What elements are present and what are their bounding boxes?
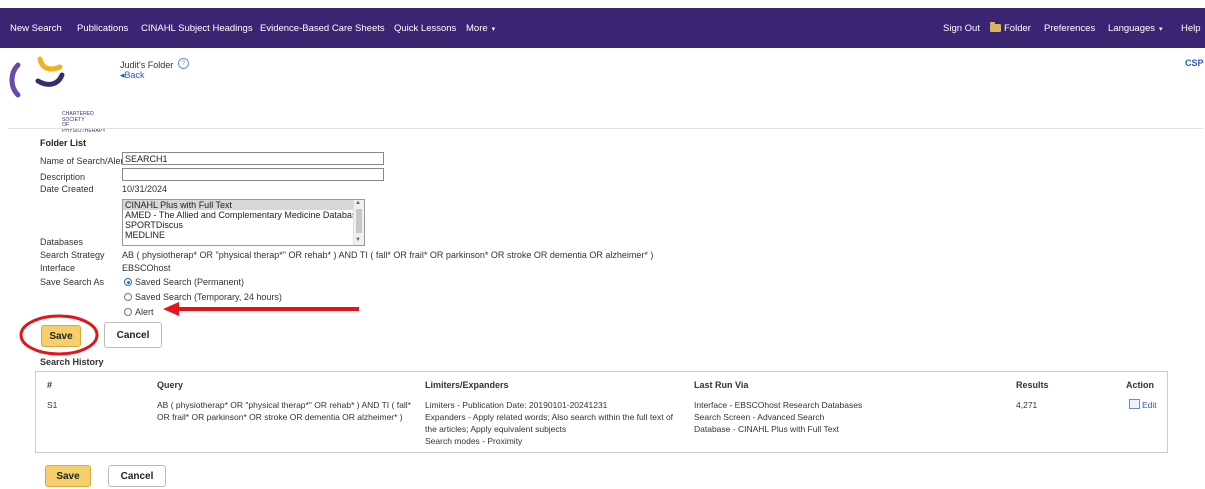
- nav-help[interactable]: Help: [1181, 23, 1201, 34]
- interface-value: EBSCOhost: [122, 263, 171, 273]
- nav-languages-label: Languages: [1108, 23, 1156, 34]
- nav-evidence-based-care-sheets[interactable]: Evidence-Based Care Sheets: [260, 23, 385, 34]
- name-label: Name of Search/Alert: [40, 156, 127, 166]
- nav-publications[interactable]: Publications: [77, 23, 128, 34]
- nav-languages[interactable]: Languages ▾: [1108, 23, 1163, 34]
- csp-link[interactable]: CSP: [1185, 58, 1204, 68]
- radio-label: Alert: [135, 307, 154, 317]
- save-search-as-label: Save Search As: [40, 277, 105, 287]
- column-header: Query: [157, 380, 184, 390]
- row-query-line: AB ( physiotherap* OR "physical therap*"…: [157, 400, 411, 410]
- databases-listbox[interactable]: CINAHL Plus with Full Text AMED - The Al…: [122, 199, 365, 246]
- folder-title: Judit's Folder ?: [120, 58, 189, 70]
- database-option[interactable]: AMED - The Allied and Complementary Medi…: [123, 210, 364, 220]
- radio-icon[interactable]: [124, 293, 132, 301]
- back-label: Back: [124, 70, 145, 80]
- description-input[interactable]: [122, 168, 384, 181]
- search-history-title: Search History: [40, 357, 104, 367]
- annotation-arrow: [163, 302, 359, 316]
- radio-saved-temporary[interactable]: Saved Search (Temporary, 24 hours): [124, 292, 282, 302]
- folder-list-title: Folder List: [40, 138, 87, 148]
- annotation-circle: [19, 314, 99, 356]
- edit-icon: [1129, 399, 1140, 409]
- nav-more[interactable]: More ▾: [466, 23, 495, 34]
- folder-title-text: Judit's Folder: [120, 60, 174, 70]
- column-header: Action: [1126, 380, 1154, 390]
- logo-line: PHYSIOTHERAPY: [62, 127, 106, 134]
- listbox-scrollbar[interactable]: ▲ ▼: [353, 200, 364, 245]
- name-input[interactable]: SEARCH1: [122, 152, 384, 165]
- folder-icon: [990, 22, 1001, 32]
- date-value: 10/31/2024: [122, 184, 168, 194]
- nav-cinahl-subject-headings[interactable]: CINAHL Subject Headings: [141, 23, 253, 34]
- radio-label: Saved Search (Temporary, 24 hours): [135, 292, 282, 302]
- scroll-up-icon[interactable]: ▲: [355, 200, 361, 206]
- scroll-down-icon[interactable]: ▼: [355, 237, 361, 243]
- interface-label: Interface: [40, 263, 76, 273]
- nav-preferences[interactable]: Preferences: [1044, 23, 1095, 34]
- row-id: S1: [47, 400, 58, 410]
- chevron-down-icon: ▾: [491, 26, 496, 33]
- row-query-line: OR frail* OR parkinson* OR stroke OR dem…: [157, 412, 403, 422]
- nav-quick-lessons[interactable]: Quick Lessons: [394, 23, 456, 34]
- chevron-down-icon: ▾: [1159, 26, 1163, 33]
- top-navigation-bar: New Search Publications CINAHL Subject H…: [0, 8, 1205, 48]
- nav-new-search[interactable]: New Search: [10, 23, 62, 34]
- radio-alert[interactable]: Alert: [124, 307, 154, 317]
- row-limiters-line: Limiters - Publication Date: 20190101-20…: [425, 400, 608, 410]
- column-header: Last Run Via: [694, 380, 749, 390]
- date-label: Date Created: [40, 184, 94, 194]
- row-limiters: Limiters - Publication Date: 20190101-20…: [425, 399, 673, 447]
- radio-label: Saved Search (Permanent): [135, 277, 245, 287]
- row-last-run-line: Interface - EBSCOhost Research Databases: [694, 400, 863, 410]
- search-strategy-value: AB ( physiotherap* OR "physical therap*"…: [122, 250, 654, 260]
- save-button-bottom[interactable]: Save: [45, 465, 91, 487]
- radio-icon[interactable]: [124, 308, 132, 316]
- row-results: 4,271: [1016, 400, 1038, 410]
- top-strip: [0, 0, 1205, 8]
- nav-sign-out[interactable]: Sign Out: [943, 23, 980, 34]
- cancel-button[interactable]: Cancel: [104, 322, 162, 348]
- database-option[interactable]: MEDLINE: [123, 230, 364, 240]
- row-query: AB ( physiotherap* OR "physical therap*"…: [157, 399, 411, 423]
- column-header: Results: [1016, 380, 1049, 390]
- databases-label: Databases: [40, 237, 84, 247]
- radio-saved-permanent[interactable]: Saved Search (Permanent): [124, 277, 244, 287]
- column-header: Limiters/Expanders: [425, 380, 509, 390]
- nav-more-label: More: [466, 23, 488, 34]
- row-limiters-line: the articles; Apply equivalent subjects: [425, 424, 567, 434]
- search-strategy-label: Search Strategy: [40, 250, 105, 260]
- database-option[interactable]: SPORTDiscus: [123, 220, 364, 230]
- edit-label: Edit: [1142, 400, 1157, 410]
- row-edit-link[interactable]: Edit: [1129, 399, 1157, 411]
- back-link[interactable]: ◂Back: [120, 70, 145, 81]
- divider: [8, 128, 1203, 129]
- radio-selected-icon[interactable]: [124, 278, 132, 286]
- row-last-run: Interface - EBSCOhost Research Databases…: [694, 399, 862, 435]
- search-history-table: # Query Limiters/Expanders Last Run Via …: [35, 371, 1168, 453]
- cancel-button-bottom[interactable]: Cancel: [108, 465, 166, 487]
- help-icon[interactable]: ?: [177, 58, 189, 69]
- description-label: Description: [40, 172, 86, 182]
- logo-text: CHARTERED SOCIETY OF PHYSIOTHERAPY: [62, 111, 106, 134]
- database-option[interactable]: CINAHL Plus with Full Text: [123, 200, 364, 210]
- row-last-run-line: Search Screen - Advanced Search: [694, 412, 825, 422]
- column-header: #: [47, 380, 53, 390]
- nav-folder-label: Folder: [1004, 23, 1031, 34]
- row-limiters-line: Search modes - Proximity: [425, 436, 523, 446]
- row-last-run-line: Database - CINAHL Plus with Full Text: [694, 424, 840, 434]
- nav-folder[interactable]: Folder: [990, 22, 1031, 34]
- scrollbar-thumb[interactable]: [356, 209, 362, 233]
- row-limiters-line: Expanders - Apply related words; Also se…: [425, 412, 674, 422]
